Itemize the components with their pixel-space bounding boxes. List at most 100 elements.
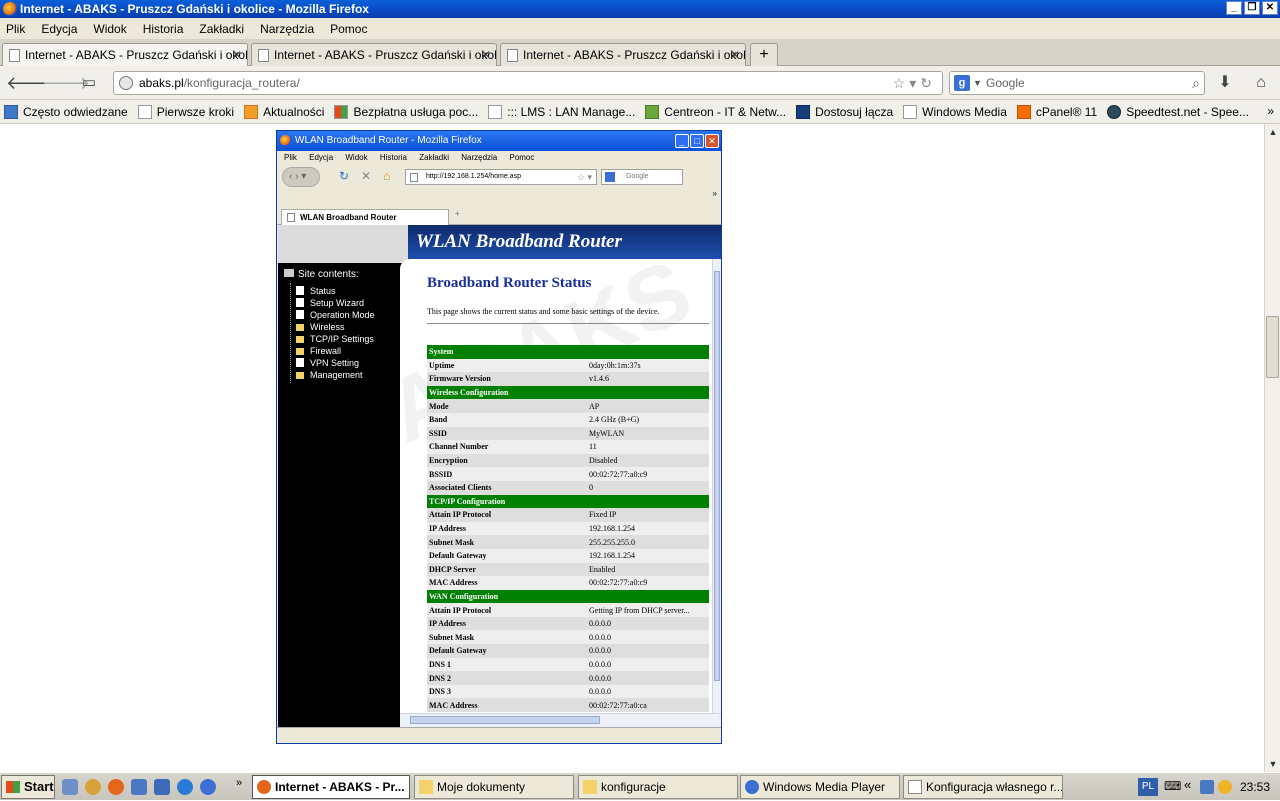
url-bar[interactable]: abaks.pl/konfiguracja_routera/ ☆▾↻ [113, 71, 943, 95]
quicklaunch-media-icon[interactable] [200, 779, 216, 795]
row-value: 0.0.0.0 [587, 671, 709, 685]
scroll-up-icon[interactable]: ▲ [1265, 124, 1280, 140]
quicklaunch-firefox-icon[interactable] [108, 779, 124, 795]
taskbar-button-moje-dokumenty[interactable]: Moje dokumenty [414, 775, 574, 799]
section-title: System [427, 345, 709, 359]
globe-icon [119, 76, 133, 90]
bookmark-cpanel[interactable]: cPanel® 11 [1016, 104, 1097, 119]
network-tray-icon[interactable] [1200, 780, 1214, 794]
minimize-icon[interactable]: _ [1226, 1, 1242, 15]
quicklaunch-browser-icon[interactable] [85, 779, 101, 795]
url-text: abaks.pl/konfiguracja_routera/ [139, 72, 300, 94]
bookmark-speedtest[interactable]: Speedtest.net - Spee... [1107, 104, 1249, 119]
bookmark-bezplatna-usluga[interactable]: Bezpłatna usługa poc... [334, 104, 478, 119]
scroll-down-icon[interactable]: ▼ [1265, 756, 1280, 772]
menu-item-widok[interactable]: Widok [93, 22, 126, 36]
tab-close-icon[interactable]: ✕ [481, 44, 491, 66]
taskbar-button-firefox[interactable]: Internet - ABAKS - Pr... [252, 775, 410, 799]
row-label: DNS 3 [427, 684, 587, 699]
taskbar-button-windows-media-player[interactable]: Windows Media Player [740, 775, 900, 799]
home-icon[interactable]: ⌂ [1250, 72, 1272, 94]
table-row: Subnet Mask 0.0.0.0 [427, 630, 709, 645]
bookmark-pierwsze-kroki[interactable]: Pierwsze kroki [137, 104, 234, 119]
row-label: Subnet Mask [427, 630, 587, 645]
bookmark-label: Windows Media [922, 104, 1007, 119]
quicklaunch-desktop-icon[interactable] [154, 779, 170, 795]
bookmark-windows-media[interactable]: Windows Media [903, 104, 1007, 119]
scroll-thumb [714, 271, 720, 681]
tab-close-icon[interactable]: ✕ [232, 44, 242, 66]
status-description: This page shows the current status and s… [427, 307, 660, 316]
taskbar-button-konfiguracje[interactable]: konfiguracje [578, 775, 738, 799]
tab-groups-icon[interactable]: ▭ [78, 72, 100, 94]
menu-item-pomoc[interactable]: Pomoc [330, 22, 367, 36]
row-value: 00:02:72:77:a0:ca [587, 698, 709, 713]
sidebar-item-status: Status [296, 285, 336, 297]
taskbar-button-konfiguracja[interactable]: Konfiguracja własnego r... [903, 775, 1063, 799]
bookmark-centreon[interactable]: Centreon - IT & Netw... [645, 104, 786, 119]
back-icon[interactable]: 🡐 [6, 72, 54, 94]
engine-dropdown-icon[interactable]: ▼ [973, 72, 982, 94]
table-section-header: TCP/IP Configuration [427, 494, 709, 509]
bookmark-star-icon[interactable]: ☆ [893, 75, 910, 91]
scroll-thumb[interactable] [1266, 316, 1279, 378]
google-icon[interactable]: g [954, 75, 970, 91]
close-icon: ✕ [705, 134, 719, 148]
weather-tray-icon[interactable] [1218, 780, 1232, 794]
start-button[interactable]: Start [1, 775, 55, 799]
menu-item-historia[interactable]: Historia [143, 22, 184, 36]
menu-item-plik[interactable]: Plik [6, 22, 25, 36]
screenshot-url-bar: http://192.168.1.254/home.asp ☆ ▾ [405, 169, 597, 185]
site-contents-label: Site contents: [298, 269, 359, 280]
quicklaunch-window-icon[interactable] [131, 779, 147, 795]
row-label: IP Address [427, 616, 587, 631]
table-row: DNS 1 0.0.0.0 [427, 657, 709, 672]
tab-2[interactable]: Internet - ABAKS - Pruszcz Gdański i oko… [251, 43, 497, 66]
bookmark-czesto-odwiedzane[interactable]: Często odwiedzane [4, 104, 128, 119]
row-label: Attain IP Protocol [427, 603, 587, 617]
reload-icon[interactable]: ↻ [920, 75, 936, 91]
row-value: Getting IP from DHCP server... [587, 603, 709, 617]
router-logo-area [278, 225, 408, 263]
bookmark-aktualnosci[interactable]: Aktualności [244, 104, 324, 119]
chevron-right-icon[interactable]: » [1267, 100, 1274, 122]
speedtest-icon [1107, 104, 1122, 119]
new-tab-button[interactable]: + [750, 43, 778, 66]
table-row: Encryption Disabled [427, 453, 709, 468]
history-dropdown-icon[interactable]: ▾ [909, 75, 920, 91]
tab-3[interactable]: Internet - ABAKS - Pruszcz Gdański i oko… [500, 43, 746, 66]
forward-icon[interactable]: 🡒 [42, 72, 90, 94]
restore-icon[interactable]: ❐ [1244, 1, 1260, 15]
navigation-toolbar: 🡐 🡒 ▭ abaks.pl/konfiguracja_routera/ ☆▾↻… [0, 66, 1280, 100]
search-box[interactable]: g ▼ Google ⌕ [949, 71, 1205, 95]
close-icon[interactable]: ✕ [1262, 1, 1278, 15]
star-icon: ☆ ▾ [576, 172, 592, 182]
download-icon[interactable]: ⬇ [1214, 72, 1236, 94]
bookmark-lms[interactable]: ::: LMS : LAN Manage... [488, 104, 635, 119]
sidebar-item-label: Status [310, 286, 336, 296]
search-icon[interactable]: ⌕ [1192, 72, 1200, 94]
sidebar-item-label: TCP/IP Settings [310, 334, 374, 344]
chevron-left-icon[interactable]: « [1184, 777, 1191, 792]
menu-item-narzedzia[interactable]: Narzędzia [260, 22, 314, 36]
page-icon [296, 310, 304, 319]
language-indicator[interactable]: PL [1138, 778, 1158, 796]
window-controls: _ ❐ ✕ [1226, 1, 1278, 15]
table-row: Default Gateway 0.0.0.0 [427, 644, 709, 658]
quicklaunch-ie-icon[interactable] [177, 779, 193, 795]
bookmark-dostosuj-lacza[interactable]: Dostosuj łącza [796, 104, 893, 119]
table-row: Attain IP Protocol Getting IP from DHCP s… [427, 603, 709, 617]
tab-close-icon[interactable]: ✕ [730, 44, 740, 66]
quicklaunch-network-icon[interactable] [62, 779, 78, 795]
page-icon [903, 104, 918, 119]
keyboard-icon[interactable]: ⌨ [1164, 779, 1181, 793]
menu-item-edycja[interactable]: Edycja [41, 22, 77, 36]
page-scrollbar[interactable]: ▲ ▼ [1264, 124, 1280, 772]
router-status-panel: ABAKS Broadband Router Status This page … [400, 259, 721, 727]
chevron-right-icon[interactable]: » [236, 777, 242, 789]
taskbar-button-label: konfiguracje [601, 780, 666, 794]
search-input[interactable]: Google [986, 72, 1025, 94]
row-value: 192.168.1.254 [587, 548, 709, 563]
tab-1[interactable]: Internet - ABAKS - Pruszcz Gdański i oko… [2, 43, 248, 66]
menu-item-zakladki[interactable]: Zakładki [199, 22, 244, 36]
